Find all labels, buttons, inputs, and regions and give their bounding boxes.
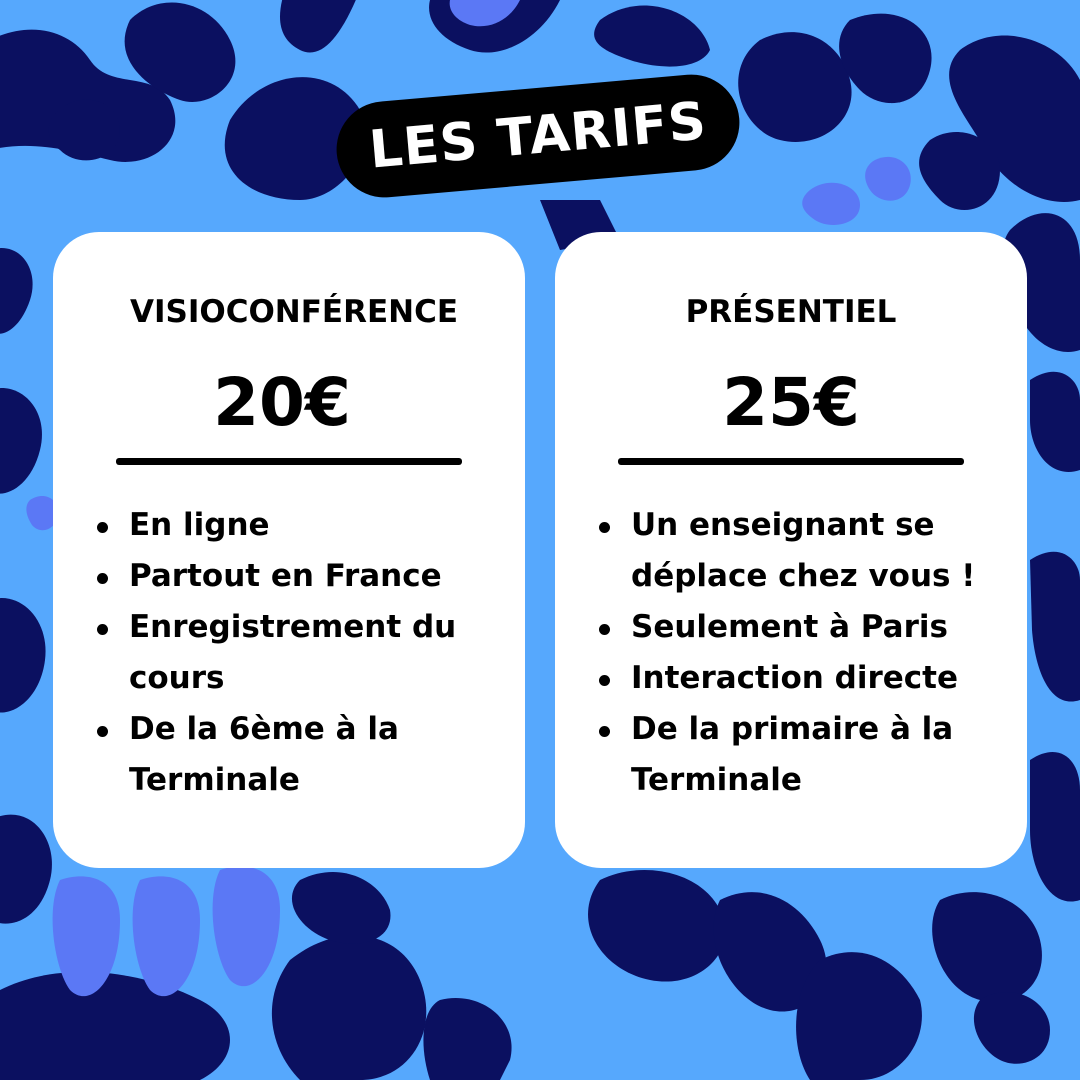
card-divider <box>116 458 462 465</box>
card-price: 25€ <box>722 364 860 441</box>
pricing-card-visioconference: VISIOCONFÉRENCE 20€ En ligne Partout en … <box>53 232 525 868</box>
feature-item: Un enseignant se déplace chez vous ! <box>595 500 1017 602</box>
card-price: 20€ <box>213 364 351 441</box>
pricing-card-presentiel: PRÉSENTIEL 25€ Un enseignant se déplace … <box>555 232 1027 868</box>
feature-item: De la 6ème à la Terminale <box>93 704 515 806</box>
blob-shape <box>271 935 427 1080</box>
pricing-graphic: LES TARIFS VISIOCONFÉRENCE 20€ En ligne … <box>0 0 1080 1080</box>
card-heading: VISIOCONFÉRENCE <box>129 294 459 330</box>
feature-item: Seulement à Paris <box>595 602 1017 653</box>
feature-item: Interaction directe <box>595 653 1017 704</box>
feature-item: Enregistrement du cours <box>93 602 515 704</box>
feature-item: En ligne <box>93 500 515 551</box>
feature-item: De la primaire à la Terminale <box>595 704 1017 806</box>
card-divider <box>618 458 964 465</box>
feature-item: Partout en France <box>93 551 515 602</box>
page-title: LES TARIFS <box>366 91 710 181</box>
feature-list: Un enseignant se déplace chez vous ! Seu… <box>595 500 1017 806</box>
card-heading: PRÉSENTIEL <box>685 294 897 330</box>
feature-list: En ligne Partout en France Enregistremen… <box>93 500 515 806</box>
